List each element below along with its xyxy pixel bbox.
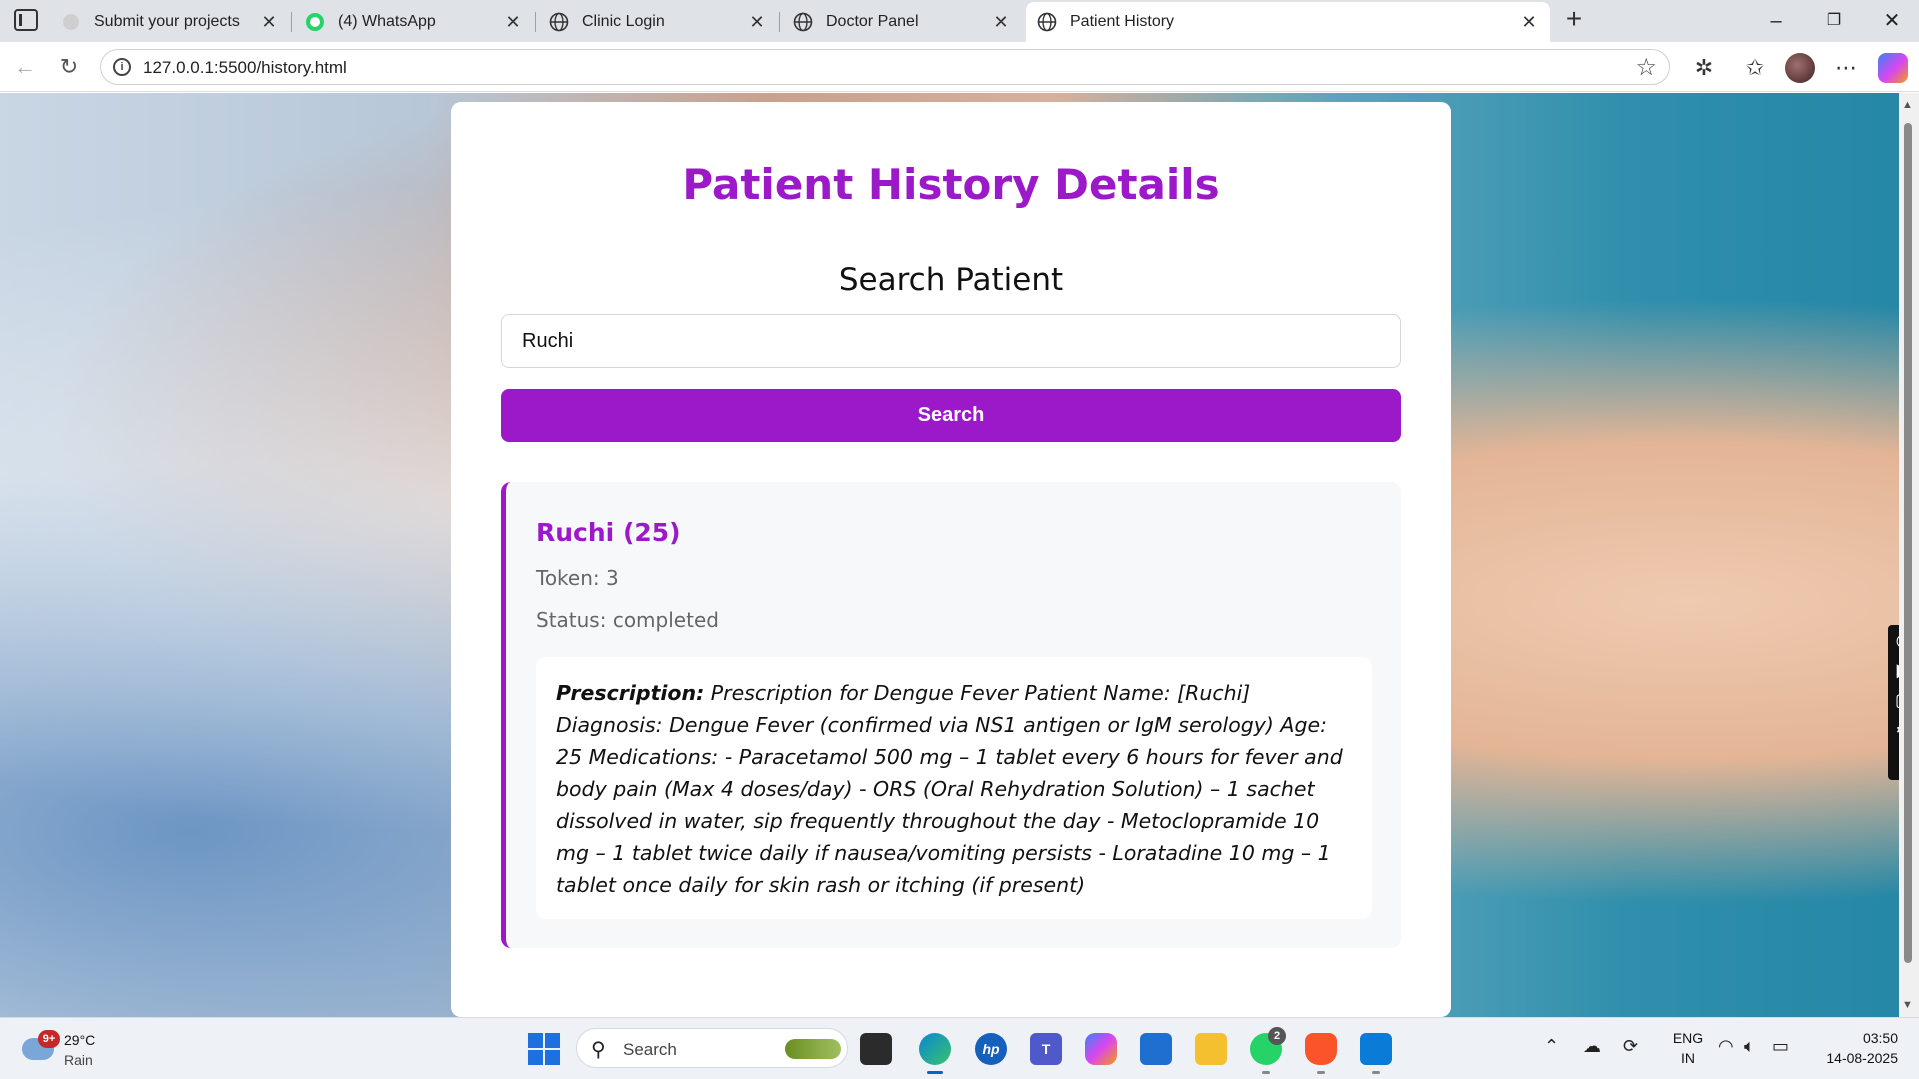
url-text[interactable]: 127.0.0.1:5500/history.html (143, 58, 347, 78)
notification-badge: 9+ (38, 1030, 60, 1048)
prescription-label: Prescription: (556, 681, 705, 705)
search-button[interactable]: Search (501, 389, 1401, 442)
globe-icon (792, 11, 814, 33)
vscode-icon[interactable] (1360, 1033, 1392, 1074)
onedrive-icon[interactable]: ☁ (1583, 1036, 1601, 1057)
search-heading: Search Patient (838, 262, 1064, 298)
globe-icon (1036, 11, 1058, 33)
copilot-app-icon[interactable] (1085, 1033, 1117, 1065)
favorite-star-icon[interactable]: ☆ (1635, 53, 1657, 82)
language-indicator[interactable]: ENG IN (1668, 1028, 1708, 1068)
task-view-icon[interactable] (860, 1033, 892, 1065)
generic-site-icon (60, 11, 82, 33)
whatsapp-icon (304, 11, 326, 33)
profile-avatar[interactable] (1785, 53, 1815, 83)
whatsapp-unread-count: 2 (1268, 1027, 1286, 1045)
hp-icon[interactable]: hp (975, 1033, 1007, 1065)
tab-divider (291, 12, 292, 32)
tab-clinic-login[interactable]: Clinic Login ✕ (538, 4, 778, 40)
patient-result-card: Ruchi (25) Token: 3 Status: completed Pr… (501, 482, 1401, 948)
minimize-button[interactable]: – (1756, 6, 1796, 36)
patient-name: Ruchi (25) (536, 518, 681, 547)
tab-patient-history[interactable]: Patient History ✕ (1026, 2, 1550, 42)
tab-label: (4) WhatsApp (338, 13, 436, 30)
sync-icon[interactable]: ⟳ (1623, 1036, 1638, 1057)
scrollbar-thumb[interactable] (1904, 123, 1912, 963)
tab-label: Doctor Panel (826, 13, 919, 30)
more-options-icon[interactable]: ⋯ (1832, 54, 1860, 82)
close-icon[interactable]: ✕ (502, 12, 524, 33)
extensions-icon[interactable]: ✲ (1690, 54, 1718, 82)
windows-taskbar: 9+ 29°C Rain ⚲ Search hp T 2 ⌃ ☁ ⟳ ENG I… (0, 1017, 1919, 1079)
tab-divider (779, 12, 780, 32)
copilot-icon[interactable] (1878, 53, 1908, 83)
start-button[interactable] (528, 1033, 560, 1065)
prescription-text: Prescription: Prescription for Dengue Fe… (556, 677, 1352, 901)
patient-search-input[interactable] (501, 314, 1401, 368)
scroll-down-icon[interactable]: ▼ (1902, 999, 1913, 1011)
close-window-button[interactable]: ✕ (1872, 6, 1912, 36)
wifi-icon[interactable]: ◠ (1718, 1036, 1734, 1057)
store-icon[interactable] (1140, 1033, 1172, 1065)
refresh-button[interactable]: ↻ (54, 52, 84, 82)
close-icon[interactable]: ✕ (990, 12, 1012, 33)
new-tab-button[interactable]: + (1558, 4, 1590, 36)
clock-time: 03:50 (1862, 1030, 1898, 1046)
prescription-body: Prescription for Dengue Fever Patient Na… (556, 681, 1343, 897)
tab-doctor-panel[interactable]: Doctor Panel ✕ (782, 4, 1022, 40)
browser-tab-strip: Submit your projects ✕ (4) WhatsApp ✕ Cl… (0, 0, 1919, 42)
search-icon: ⚲ (591, 1039, 606, 1061)
globe-icon (548, 11, 570, 33)
weather-condition: Rain (64, 1052, 93, 1068)
patient-token: Token: 3 (536, 566, 619, 590)
close-icon[interactable]: ✕ (746, 12, 768, 33)
file-explorer-icon[interactable] (1195, 1033, 1227, 1065)
back-button[interactable]: ← (10, 52, 40, 82)
clock-date: 14-08-2025 (1826, 1050, 1898, 1066)
close-icon[interactable]: ✕ (1518, 12, 1540, 33)
volume-icon[interactable]: 🔈︎ (1744, 1036, 1755, 1057)
tab-label: Patient History (1070, 13, 1175, 30)
close-icon[interactable]: ✕ (258, 12, 280, 33)
history-card: Patient History Details Search Patient S… (451, 102, 1451, 1017)
favorites-icon[interactable]: ✩ (1741, 54, 1769, 82)
page-scrollbar[interactable]: ▲ ▼ (1899, 93, 1919, 1017)
chevron-up-icon[interactable]: ⌃ (1544, 1036, 1559, 1057)
tab-submit-projects[interactable]: Submit your projects ✕ (50, 4, 290, 40)
brave-browser-icon[interactable] (1305, 1033, 1337, 1074)
system-clock[interactable]: 03:50 14-08-2025 (1808, 1028, 1898, 1068)
language-code: ENG (1672, 1030, 1704, 1046)
tab-label: Submit your projects (94, 13, 240, 30)
address-bar[interactable]: i 127.0.0.1:5500/history.html ☆ (100, 49, 1670, 85)
page-title: Patient History Details (682, 160, 1220, 209)
restore-button[interactable]: ❐ (1814, 6, 1854, 36)
patient-status: Status: completed (536, 608, 719, 632)
teams-icon[interactable]: T (1030, 1033, 1062, 1065)
region-code: IN (1681, 1050, 1695, 1066)
whatsapp-app-icon[interactable]: 2 (1250, 1027, 1286, 1074)
tab-actions-icon[interactable] (14, 9, 38, 31)
weather-widget[interactable]: 9+ 29°C Rain (20, 1030, 140, 1070)
tab-label: Clinic Login (582, 13, 665, 30)
weather-temperature: 29°C (64, 1032, 96, 1048)
prescription-box: Prescription: Prescription for Dengue Fe… (536, 657, 1372, 919)
tab-divider (535, 12, 536, 32)
scroll-up-icon[interactable]: ▲ (1902, 99, 1913, 111)
tab-whatsapp[interactable]: (4) WhatsApp ✕ (294, 4, 534, 40)
edge-browser-icon[interactable] (919, 1033, 951, 1074)
browser-toolbar: ← ↻ i 127.0.0.1:5500/history.html ☆ ✲ ✩ … (0, 42, 1919, 92)
taskbar-search-label: Search (623, 1040, 677, 1059)
info-icon[interactable]: i (113, 58, 131, 76)
battery-icon[interactable]: ▭ (1772, 1036, 1789, 1057)
taskbar-search[interactable]: ⚲ Search (576, 1028, 848, 1068)
search-highlight-icon (785, 1039, 841, 1059)
